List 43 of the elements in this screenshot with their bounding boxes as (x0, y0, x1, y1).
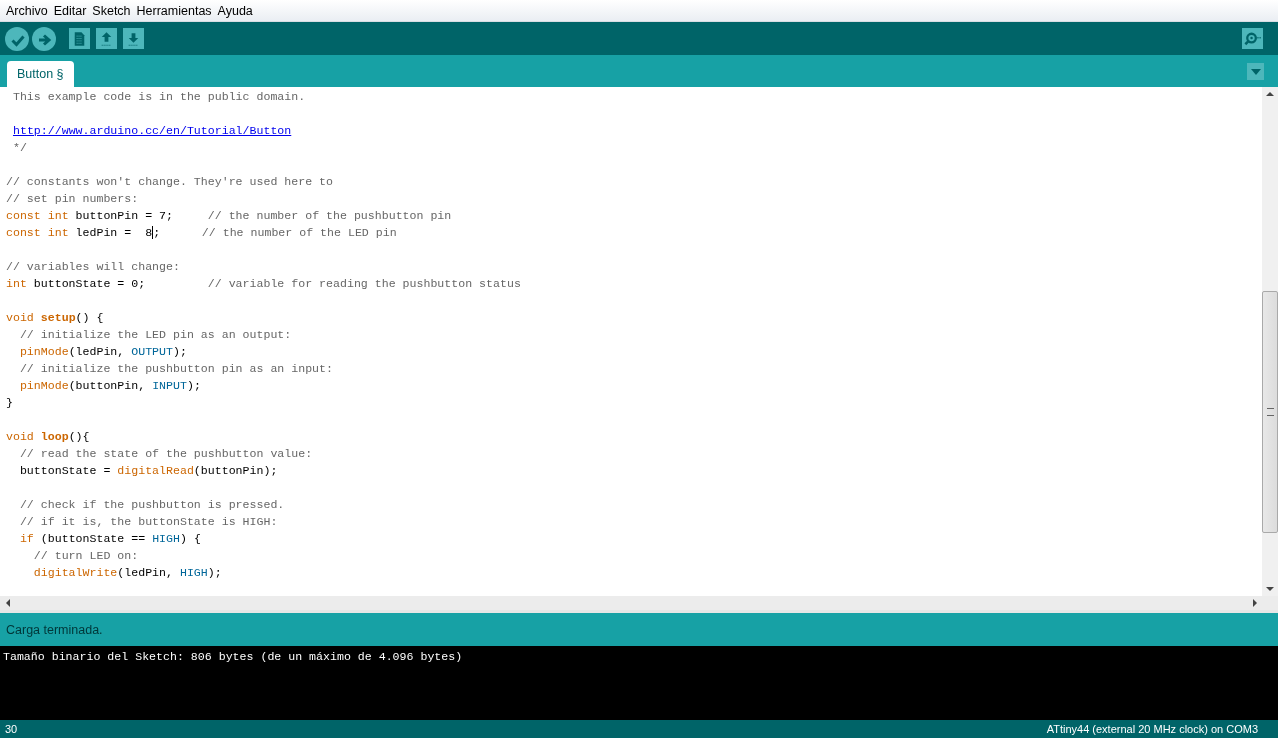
code-line: */ (11, 141, 27, 154)
code-line: } (6, 396, 13, 409)
code-line: This example code is in the public domain. (11, 90, 306, 103)
open-button[interactable] (96, 28, 117, 49)
code-line: // variables will change: (6, 260, 180, 273)
new-button[interactable] (69, 28, 90, 49)
code-line: buttonState = digitalRead(buttonPin); (18, 464, 278, 477)
code-line: // check if the pushbutton is pressed. (18, 498, 285, 511)
menu-item[interactable]: Ayuda (214, 3, 256, 18)
code-line: // turn LED on: (32, 549, 139, 562)
code-line: if (buttonState == HIGH) { (18, 532, 201, 545)
editor-tab[interactable]: Button § (7, 61, 74, 87)
code-line: const int buttonPin = 7; // the number of the pushbutton pin (6, 209, 452, 222)
upload-button[interactable] (32, 26, 56, 51)
menu-item[interactable]: Herramientas (133, 3, 215, 18)
tab-menu-button[interactable] (1247, 63, 1264, 80)
code-line: pinMode(buttonPin, INPUT); (18, 379, 201, 392)
code-line: // set pin numbers: (6, 192, 139, 205)
code-line: // constants won't change. They're used here to (6, 175, 333, 188)
vertical-scrollbar[interactable] (1262, 87, 1278, 596)
board-info: ATtiny44 (external 20 MHz clock) on COM3 (1046, 723, 1258, 735)
code-line: pinMode(ledPin, OUTPUT); (18, 345, 187, 358)
line-number: 30 (5, 723, 18, 735)
status-message: Carga terminada. (6, 622, 103, 637)
code-link[interactable]: http://www.arduino.cc/en/Tutorial/Button (12, 124, 292, 137)
serial-monitor-button[interactable] (1242, 28, 1263, 49)
code-line: // initialize the pushbutton pin as an input: (18, 362, 333, 375)
code-line: void setup() { (6, 311, 104, 324)
save-button[interactable] (123, 28, 144, 49)
code-line: // if it is, the buttonState is HIGH: (18, 515, 278, 528)
menu-item[interactable]: Archivo (3, 3, 51, 18)
horizontal-scrollbar[interactable] (0, 596, 1278, 610)
code-line: digitalWrite(ledPin, HIGH); (32, 566, 222, 579)
menu-item[interactable]: Sketch (89, 3, 134, 18)
caret-icon (1250, 68, 1261, 75)
console-output: Tamaño binario del Sketch: 806 bytes (de un máximo de 4.096 bytes) (3, 650, 464, 663)
code-line: // read the state of the pushbutton value: (18, 447, 313, 460)
code-line: int buttonState = 0; // variable for reading the pushbutton status (6, 277, 521, 290)
code-line: const int ledPin = 8; // the number of the LED pin (6, 226, 397, 239)
verify-button[interactable] (5, 26, 29, 51)
menu-item[interactable]: Editar (50, 3, 90, 18)
code-line: // initialize the LED pin as an output: (18, 328, 292, 341)
code-line: void loop(){ (6, 430, 90, 443)
